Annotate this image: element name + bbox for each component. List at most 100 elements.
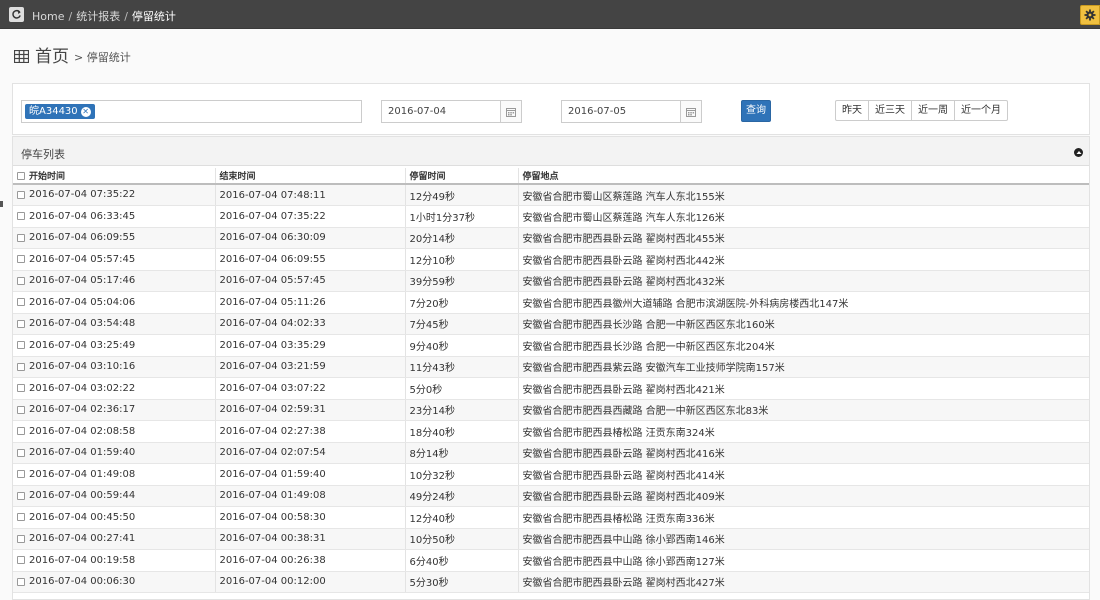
cell-duration: 12分10秒 <box>405 248 519 271</box>
row-checkbox[interactable] <box>17 577 25 586</box>
sidebar-toggle-handle[interactable] <box>0 201 3 207</box>
cell-start-time-text: 2016-07-04 00:19:58 <box>29 554 136 566</box>
cell-start-time: 2016-07-04 05:57:45 <box>13 248 216 271</box>
cell-duration: 39分59秒 <box>405 270 519 292</box>
cell-start-time: 2016-07-04 02:08:58 <box>13 420 216 443</box>
cell-end-time: 2016-07-04 05:57:45 <box>215 270 406 292</box>
table-icon <box>14 50 29 63</box>
table-row[interactable]: 2016-07-04 06:09:55 2016-07-04 06:30:09 20… <box>13 227 1089 249</box>
page-header: 首页 > 停留统计 <box>14 43 131 67</box>
start-date-value: 2016-07-04 <box>388 106 447 117</box>
cell-duration: 7分45秒 <box>405 313 519 335</box>
row-checkbox[interactable] <box>17 470 25 478</box>
cell-duration: 10分32秒 <box>405 463 519 486</box>
refresh-button[interactable] <box>9 7 24 22</box>
cell-duration: 5分30秒 <box>405 571 519 593</box>
cell-location: 安徽省合肥市肥西县卧云路 翟岗村西北414米 <box>518 463 1089 486</box>
table-row[interactable]: 2016-07-04 02:08:58 2016-07-04 02:27:38 18… <box>13 420 1089 443</box>
cell-duration: 7分20秒 <box>405 291 519 314</box>
table-row[interactable]: 2016-07-04 00:59:44 2016-07-04 01:49:08 49… <box>13 485 1089 507</box>
collapse-button[interactable] <box>1074 148 1083 157</box>
column-header-duration[interactable]: 停留时间 <box>405 168 519 185</box>
cell-start-time: 2016-07-04 06:09:55 <box>13 227 216 249</box>
cell-location: 安徽省合肥市肥西县卧云路 翟岗村西北455米 <box>518 227 1089 249</box>
start-date-calendar-button[interactable] <box>500 101 521 122</box>
table-row[interactable]: 2016-07-04 03:25:49 2016-07-04 03:35:29 9分… <box>13 334 1089 357</box>
table-row[interactable]: 2016-07-04 00:45:50 2016-07-04 00:58:30 12… <box>13 506 1089 529</box>
table-row[interactable]: 2016-07-04 00:06:30 2016-07-04 00:12:00 5分… <box>13 571 1089 593</box>
select-all-checkbox[interactable] <box>17 171 25 180</box>
row-checkbox[interactable] <box>17 534 25 543</box>
row-checkbox[interactable] <box>17 427 25 435</box>
settings-button[interactable] <box>1080 5 1100 25</box>
row-checkbox[interactable] <box>17 384 25 392</box>
quick-range-week-button[interactable]: 近一周 <box>912 101 955 120</box>
table-row[interactable]: 2016-07-04 06:33:45 2016-07-04 07:35:22 1小… <box>13 205 1089 228</box>
table-row[interactable]: 2016-07-04 02:36:17 2016-07-04 02:59:31 23… <box>13 399 1089 421</box>
cell-duration: 5分0秒 <box>405 377 519 400</box>
calendar-icon <box>506 107 516 117</box>
table-row[interactable]: 2016-07-04 03:54:48 2016-07-04 04:02:33 7分… <box>13 313 1089 335</box>
quick-range-yesterday-button[interactable]: 昨天 <box>836 101 869 120</box>
row-checkbox[interactable] <box>17 556 25 564</box>
end-date-calendar-button[interactable] <box>680 101 701 122</box>
table-row[interactable]: 2016-07-04 05:57:45 2016-07-04 06:09:55 12… <box>13 248 1089 271</box>
row-checkbox[interactable] <box>17 513 25 521</box>
cell-start-time: 2016-07-04 00:19:58 <box>13 549 216 572</box>
table-row[interactable]: 2016-07-04 05:17:46 2016-07-04 05:57:45 39… <box>13 270 1089 292</box>
row-checkbox[interactable] <box>17 448 25 457</box>
row-checkbox[interactable] <box>17 255 25 263</box>
row-checkbox[interactable] <box>17 362 25 371</box>
start-date-input[interactable]: 2016-07-04 <box>381 100 522 123</box>
cell-duration: 9分40秒 <box>405 334 519 357</box>
breadcrumb-home[interactable]: Home <box>32 10 64 23</box>
quick-range-month-button[interactable]: 近一个月 <box>955 101 1007 120</box>
cell-start-time-text: 2016-07-04 06:09:55 <box>29 232 136 243</box>
collapse-icon <box>1076 151 1081 154</box>
cell-location: 安徽省合肥市肥西县徽州大道辅路 合肥市滨湖医院-外科病房楼西北147米 <box>518 291 1089 314</box>
cell-start-time: 2016-07-04 07:35:22 <box>13 184 216 206</box>
top-navbar: Home / 统计报表 / 停留统计 <box>0 0 1100 29</box>
end-date-input[interactable]: 2016-07-05 <box>561 100 702 123</box>
row-checkbox[interactable] <box>17 233 25 242</box>
cell-start-time-text: 2016-07-04 03:10:16 <box>29 361 136 372</box>
row-checkbox[interactable] <box>17 298 25 306</box>
refresh-icon <box>12 9 21 19</box>
plate-select-input[interactable]: 皖A34430 ✕ <box>21 100 362 123</box>
cell-start-time-text: 2016-07-04 05:04:06 <box>29 296 136 308</box>
plate-tag-label: 皖A34430 <box>29 106 78 117</box>
row-checkbox[interactable] <box>17 491 25 500</box>
cell-start-time: 2016-07-04 01:59:40 <box>13 442 216 464</box>
row-checkbox[interactable] <box>17 212 25 220</box>
row-checkbox[interactable] <box>17 341 25 349</box>
cell-duration: 10分50秒 <box>405 528 519 550</box>
row-checkbox[interactable] <box>17 190 25 199</box>
cell-location: 安徽省合肥市肥西县卧云路 翟岗村西北427米 <box>518 571 1089 593</box>
table-row[interactable]: 2016-07-04 07:35:22 2016-07-04 07:48:11 12… <box>13 184 1089 206</box>
table-row[interactable]: 2016-07-04 01:59:40 2016-07-04 02:07:54 8分… <box>13 442 1089 464</box>
quick-range-3days-button[interactable]: 近三天 <box>869 101 912 120</box>
cell-start-time-text: 2016-07-04 00:45:50 <box>29 511 136 523</box>
table-row[interactable]: 2016-07-04 03:10:16 2016-07-04 03:21:59 11… <box>13 356 1089 378</box>
cell-start-time-text: 2016-07-04 07:35:22 <box>29 189 136 201</box>
row-checkbox[interactable] <box>17 405 25 414</box>
breadcrumb-report[interactable]: 统计报表 <box>76 10 120 23</box>
remove-circle-icon[interactable]: ✕ <box>80 106 91 117</box>
table-row[interactable]: 2016-07-04 00:27:41 2016-07-04 00:38:31 10… <box>13 528 1089 550</box>
cell-start-time-text: 2016-07-04 01:59:40 <box>29 447 136 458</box>
cell-start-time: 2016-07-04 03:25:49 <box>13 334 216 357</box>
cell-end-time: 2016-07-04 00:38:31 <box>215 528 406 550</box>
query-button[interactable]: 查询 <box>741 100 771 122</box>
table-header-row: 开始时间 结束时间 停留时间 停留地点 <box>13 168 1089 185</box>
column-header-location[interactable]: 停留地点 <box>518 168 1089 185</box>
cell-duration: 6分40秒 <box>405 549 519 572</box>
table-row[interactable]: 2016-07-04 03:02:22 2016-07-04 03:07:22 5分… <box>13 377 1089 400</box>
table-row[interactable]: 2016-07-04 00:19:58 2016-07-04 00:26:38 6分… <box>13 549 1089 572</box>
row-checkbox[interactable] <box>17 276 25 285</box>
column-header-start[interactable]: 开始时间 <box>13 168 216 185</box>
column-header-end[interactable]: 结束时间 <box>215 168 406 185</box>
breadcrumb-separator: / <box>124 10 128 23</box>
table-row[interactable]: 2016-07-04 05:04:06 2016-07-04 05:11:26 7分… <box>13 291 1089 314</box>
table-row[interactable]: 2016-07-04 01:49:08 2016-07-04 01:59:40 10… <box>13 463 1089 486</box>
row-checkbox[interactable] <box>17 319 25 328</box>
